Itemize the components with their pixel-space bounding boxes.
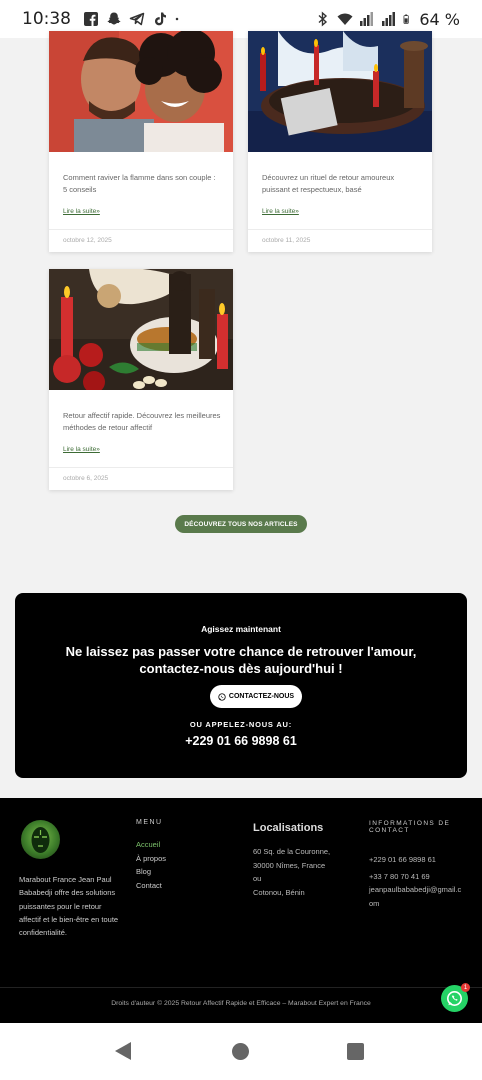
article-excerpt: Retour affectif rapide. Découvrez les me… [63, 411, 221, 432]
read-more-link[interactable]: Lire la suite» [63, 208, 100, 215]
contact-button[interactable]: CONTACTEZ-NOUS [210, 685, 302, 708]
menu-title: MENU [136, 819, 163, 826]
footer-menu: Accueil À propos Blog Contact [136, 838, 166, 892]
address-line: ou [253, 874, 262, 883]
localisations-text: 60 Sq. de la Couronne, 30000 Nîmes, Fran… [253, 845, 330, 899]
read-more-link[interactable]: Lire la suite» [262, 208, 299, 215]
article-image-altar[interactable] [49, 269, 233, 390]
address-line: 60 Sq. de la Couronne, [253, 847, 331, 856]
telegram-icon [129, 12, 145, 26]
all-articles-button[interactable]: DÉCOUVREZ TOUS NOS ARTICLES [175, 515, 307, 533]
whatsapp-icon [218, 692, 226, 701]
tiktok-icon [155, 12, 166, 26]
footer-divider [0, 987, 482, 988]
signal-icon [382, 12, 396, 26]
snapchat-icon [107, 12, 121, 25]
cta-headline: Ne laissez pas passer votre chance de re… [65, 644, 417, 676]
article-card[interactable]: Comment raviver la flamme dans son coupl… [49, 31, 233, 252]
menu-item-a-propos[interactable]: À propos [136, 852, 166, 866]
whatsapp-icon [447, 991, 462, 1006]
contact-info: +229 01 66 9898 61 +33 7 80 70 41 69 jea… [369, 853, 464, 910]
cta-kicker: Agissez maintenant [201, 624, 281, 634]
article-image-couple[interactable] [49, 31, 233, 152]
bluetooth-icon [318, 11, 328, 27]
card-divider [49, 467, 233, 468]
notification-badge: 1 [461, 983, 470, 992]
article-date: octobre 6, 2025 [63, 475, 109, 482]
read-more-link[interactable]: Lire la suite» [63, 446, 100, 453]
status-time: 10:38 [22, 9, 71, 29]
localisations-title: Localisations [253, 822, 324, 834]
article-card[interactable]: Découvrez un rituel de retour amoureux p… [248, 31, 432, 252]
footer-phone[interactable]: +33 7 80 70 41 69 [369, 870, 464, 883]
article-image-ritual[interactable] [248, 31, 432, 152]
footer-about: Marabout France Jean Paul Bababedji offr… [19, 875, 119, 938]
article-date: octobre 12, 2025 [63, 237, 112, 244]
contact-button-label: CONTACTEZ-NOUS [228, 693, 295, 700]
battery-icon [403, 14, 410, 24]
cta-panel: Agissez maintenant Ne laissez pas passer… [15, 593, 467, 778]
article-card[interactable]: Retour affectif rapide. Découvrez les me… [49, 269, 233, 490]
back-icon[interactable] [115, 1042, 131, 1060]
footer: Marabout France Jean Paul Bababedji offr… [0, 798, 482, 1023]
card-divider [248, 229, 432, 230]
footer-phone[interactable]: +229 01 66 9898 61 [369, 853, 464, 866]
cta-phone[interactable]: +229 01 66 9898 61 [15, 734, 467, 748]
card-divider [49, 229, 233, 230]
battery-level: 64 % [419, 9, 460, 29]
signal-icon [360, 12, 374, 26]
call-label: OU APPELEZ-NOUS AU: [189, 720, 293, 729]
menu-item-blog[interactable]: Blog [136, 865, 166, 879]
home-icon[interactable] [232, 1043, 249, 1060]
android-nav-bar [0, 1023, 482, 1080]
wifi-icon [337, 13, 353, 25]
mask-logo[interactable] [21, 820, 60, 859]
copyright: Droits d'auteur © 2025 Retour Affectif R… [111, 1000, 371, 1007]
menu-item-accueil[interactable]: Accueil [136, 838, 166, 852]
menu-item-contact[interactable]: Contact [136, 879, 166, 893]
recent-apps-icon[interactable] [347, 1043, 364, 1060]
article-excerpt: Comment raviver la flamme dans son coupl… [63, 173, 216, 194]
address-line: 30000 Nîmes, France [253, 860, 326, 870]
article-date: octobre 11, 2025 [262, 237, 311, 244]
footer-email[interactable]: jeanpaulbababedji@gmail.com [369, 883, 464, 909]
facebook-icon [84, 12, 98, 26]
dot-icon [175, 17, 179, 21]
contact-info-title: INFORMATIONS DE CONTACT [369, 820, 451, 834]
address-line: Cotonou, Bénin [253, 887, 305, 897]
article-excerpt: Découvrez un rituel de retour amoureux p… [262, 173, 395, 194]
